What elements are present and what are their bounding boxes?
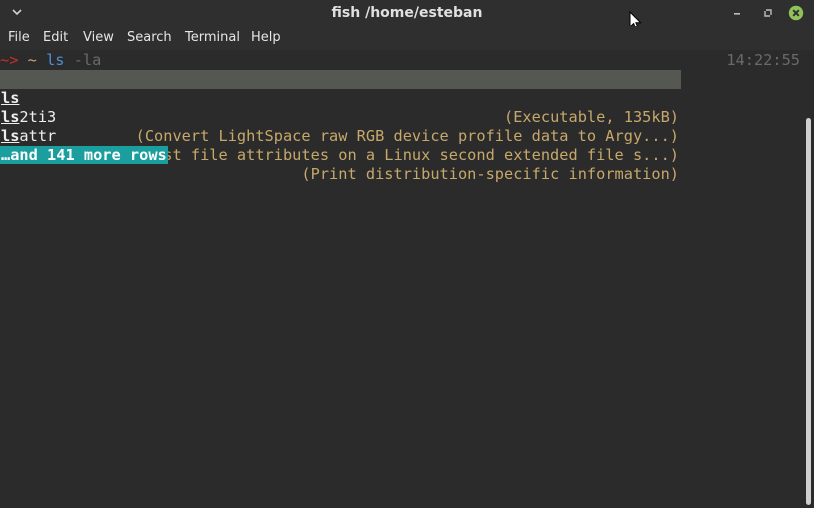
completion-description: (Print distribution-specific information… <box>301 165 679 183</box>
minimize-icon[interactable] <box>729 5 745 21</box>
prompt-line: ~> ~ ls -la 14:22:55 <box>0 51 803 70</box>
typed-command: ls <box>46 51 65 69</box>
prompt-timestamp: 14:22:55 <box>726 51 800 69</box>
completion-description: (List file attributes on a Linux second … <box>135 146 679 164</box>
menu-search[interactable]: Search <box>127 26 172 49</box>
menu-edit[interactable]: Edit <box>43 26 68 49</box>
menu-terminal[interactable]: Terminal <box>185 26 240 49</box>
completion-row[interactable]: ls (Executable, 135kB) <box>0 70 681 126</box>
menu-file[interactable]: File <box>8 26 30 49</box>
more-rows-indicator[interactable]: …and 141 more rows <box>0 146 168 164</box>
prompt-cwd: ~ <box>27 51 37 69</box>
prompt-arrow: ~> <box>0 51 19 69</box>
menu-view[interactable]: View <box>83 26 114 49</box>
completion-row[interactable]: lsb_release (Print distribution-specific… <box>0 127 681 183</box>
terminal-window: fish /home/esteban File Edit View Search… <box>0 0 814 508</box>
menu-help[interactable]: Help <box>251 26 281 49</box>
scrollbar-thumb[interactable] <box>806 118 811 505</box>
close-icon[interactable] <box>788 5 804 21</box>
maximize-icon[interactable] <box>760 5 776 21</box>
completion-row[interactable]: ls2ti3 (Convert LightSpace raw RGB devic… <box>0 89 681 145</box>
terminal-output[interactable]: ~> ~ ls -la 14:22:55 ls (Executable, 135k… <box>0 50 803 508</box>
completion-row[interactable]: lsattr (List file attributes on a Linux … <box>0 108 681 164</box>
window-title: fish /home/esteban <box>331 5 483 21</box>
title-bar[interactable]: fish /home/esteban <box>0 0 814 31</box>
menu-bar: File Edit View Search Terminal Help <box>0 26 814 50</box>
autosuggestion: -la <box>64 51 102 69</box>
